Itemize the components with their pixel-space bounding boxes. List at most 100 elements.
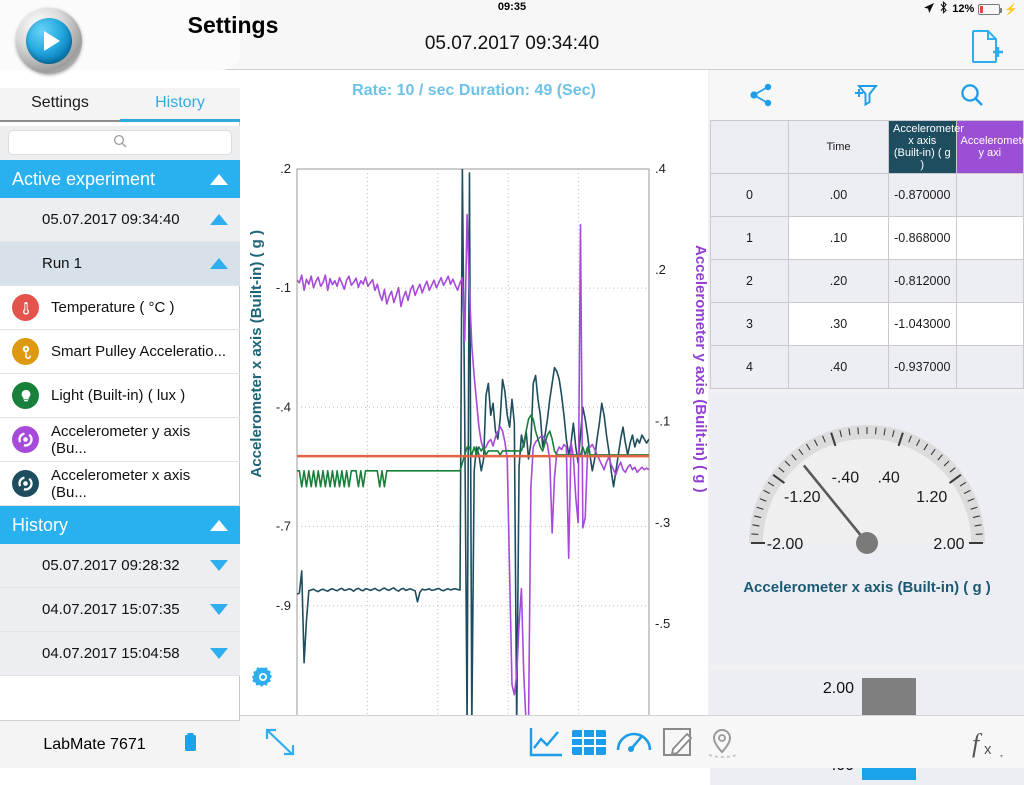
pulley-icon (12, 338, 39, 365)
sidebar-section-active-experiment[interactable]: Active experiment (0, 160, 240, 198)
search-container (0, 126, 240, 160)
expand-arrows-icon[interactable] (262, 725, 298, 764)
gauge-meter: -2.00-1.20-.40.401.202.00 (710, 393, 1024, 583)
chevron-up-icon (210, 520, 228, 531)
svg-text:x: x (984, 741, 992, 758)
sidebar-section-history[interactable]: History (0, 506, 240, 544)
table-cell-accx: -0.868000 (889, 217, 957, 260)
history-label: 04.07.2017 15:04:58 (42, 645, 210, 662)
svg-text:-.3: -.3 (655, 515, 670, 530)
svg-text:.4: .4 (655, 161, 666, 176)
svg-text:-.5: -.5 (655, 616, 670, 631)
search-icon[interactable] (919, 82, 1024, 108)
sidebar-footer: LabMate 7671 (0, 720, 240, 768)
filter-add-icon[interactable] (815, 81, 920, 109)
chevron-up-icon (210, 174, 228, 185)
svg-text:1.20: 1.20 (916, 489, 947, 506)
bar-label-top: 2.00 (823, 680, 854, 698)
column-header-index[interactable] (711, 121, 789, 174)
tab-settings[interactable]: Settings (0, 88, 120, 122)
battery-icon (978, 4, 1000, 15)
sensor-label: Light (Built-in) ( lux ) (51, 387, 228, 404)
sensor-label: Accelerometer y axis (Bu... (51, 423, 228, 457)
tab-history[interactable]: History (120, 88, 240, 122)
run-label: Run 1 (42, 255, 210, 272)
device-label: LabMate 7671 (43, 736, 145, 754)
sidebar-item-run[interactable]: Run 1 (0, 242, 240, 286)
svg-text:-.1: -.1 (655, 414, 670, 429)
sidebar-item-sensor-accel-y[interactable]: Accelerometer y axis (Bu... (0, 418, 240, 462)
svg-text:-.40: -.40 (832, 469, 860, 486)
table-row[interactable]: 3.30-1.043000 (711, 303, 1024, 346)
line-chart-icon[interactable] (527, 725, 565, 764)
table-row[interactable]: 2.20-0.812000 (711, 260, 1024, 303)
map-pin-icon[interactable] (705, 725, 743, 764)
table-cell-accx: -0.937000 (889, 346, 957, 389)
chart-panel: Rate: 10 / sec Duration: 49 (Sec) Accele… (240, 70, 708, 715)
column-header-accel-y[interactable]: Accelerometer y axi (956, 121, 1024, 174)
play-button-icon[interactable] (16, 8, 82, 74)
header-left-pane: Settings (0, 0, 240, 70)
section-label: Active experiment (12, 169, 210, 190)
table-row[interactable]: 0.00-0.870000 (711, 174, 1024, 217)
sidebar-item-sensor-light[interactable]: Light (Built-in) ( lux ) (0, 374, 240, 418)
bluetooth-icon (939, 1, 948, 17)
table-cell-accy (956, 303, 1024, 346)
history-label: 05.07.2017 09:28:32 (42, 557, 210, 574)
sensor-label: Temperature ( °C ) (51, 299, 228, 316)
right-column: Time Accelerometer x axis (Built-in) ( g… (708, 70, 1024, 715)
chart-plot[interactable]: .2-.1-.4-.7-.9-1.2.4.2-.1-.3-.5-.70.02.8… (240, 70, 708, 715)
svg-text:f: f (972, 729, 983, 758)
chevron-down-icon (210, 560, 228, 571)
data-table-card: Time Accelerometer x axis (Built-in) ( g… (710, 70, 1024, 385)
sidebar-item-sensor-temperature[interactable]: Temperature ( °C ) (0, 286, 240, 330)
table-cell-accy (956, 217, 1024, 260)
sidebar-item-history-2[interactable]: 04.07.2017 15:04:58 (0, 632, 240, 676)
accelerometer-icon (12, 470, 39, 497)
table-cell-time: .40 (789, 346, 889, 389)
sensor-label: Smart Pulley Acceleratio... (51, 343, 228, 360)
table-row[interactable]: 1.10-0.868000 (711, 217, 1024, 260)
column-header-time[interactable]: Time (789, 121, 889, 174)
share-icon[interactable] (710, 83, 815, 107)
table-cell-accy (956, 346, 1024, 389)
gear-icon[interactable] (252, 666, 274, 693)
column-header-accel-x[interactable]: Accelerometer x axis (Built-in) ( g ) (889, 121, 957, 174)
page-title: Settings (118, 12, 348, 39)
thermometer-icon (12, 294, 39, 321)
table-row[interactable]: 4.40-0.937000 (711, 346, 1024, 389)
chevron-up-icon (210, 214, 228, 225)
svg-text:2.00: 2.00 (933, 536, 964, 553)
status-right: 12% ⚡ (923, 1, 1018, 17)
table-cell-accy (956, 174, 1024, 217)
gauge-icon[interactable] (615, 725, 653, 764)
table-cell-accx: -1.043000 (889, 303, 957, 346)
sidebar-item-history-1[interactable]: 04.07.2017 15:07:35 (0, 588, 240, 632)
sidebar-item-sensor-pulley[interactable]: Smart Pulley Acceleratio... (0, 330, 240, 374)
data-table[interactable]: Time Accelerometer x axis (Built-in) ( g… (710, 120, 1024, 389)
sidebar-item-sensor-accel-x[interactable]: Accelerometer x axis (Bu... (0, 462, 240, 506)
search-icon (113, 134, 127, 151)
table-cell-time: .20 (789, 260, 889, 303)
section-label: History (12, 515, 210, 536)
table-cell-accx: -0.870000 (889, 174, 957, 217)
edit-icon[interactable] (660, 725, 698, 764)
gauge-card[interactable]: -2.00-1.20-.40.401.202.00 Accelerometer … (710, 393, 1024, 665)
table-icon[interactable] (570, 725, 608, 764)
sidebar-item-history-0[interactable]: 05.07.2017 09:28:32 (0, 544, 240, 588)
svg-text:-.1: -.1 (276, 280, 291, 295)
bottom-toolbar: fx (240, 715, 1024, 768)
fx-icon[interactable]: fx (970, 725, 1010, 766)
svg-text:-.9: -.9 (276, 598, 291, 613)
table-cell-index: 4 (711, 346, 789, 389)
svg-text:-1.20: -1.20 (784, 489, 821, 506)
battery-icon (184, 732, 197, 757)
sidebar-item-experiment[interactable]: 05.07.2017 09:34:40 (0, 198, 240, 242)
search-input[interactable] (8, 130, 232, 155)
table-cell-index: 2 (711, 260, 789, 303)
svg-text:-2.00: -2.00 (767, 536, 804, 553)
new-document-icon[interactable] (966, 28, 1006, 66)
table-cell-index: 0 (711, 174, 789, 217)
table-cell-time: .30 (789, 303, 889, 346)
sidebar-tabs: Settings History (0, 88, 240, 122)
